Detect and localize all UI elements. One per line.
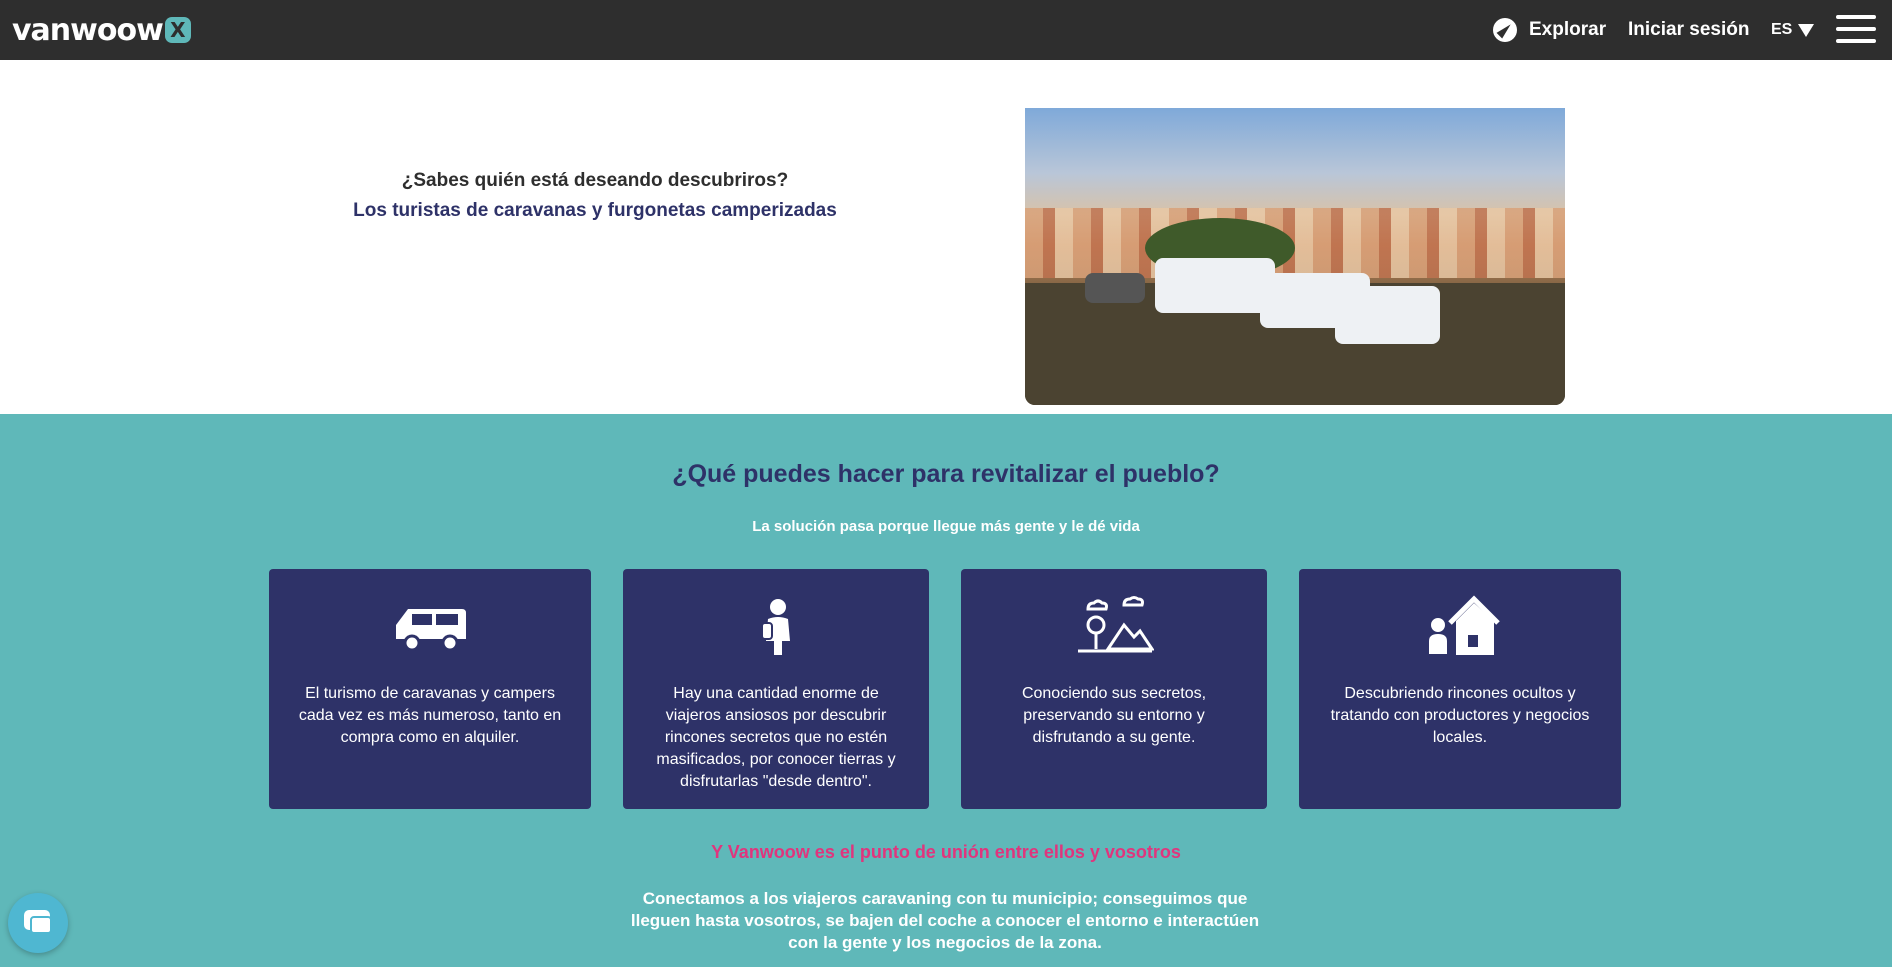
intro-question: ¿Sabes quién está deseando descubriros? bbox=[401, 170, 789, 191]
explore-link[interactable]: Explorar bbox=[1493, 15, 1606, 45]
card-text: El turismo de caravanas y campers cada v… bbox=[298, 685, 562, 746]
card-text: Conociendo sus secretos, preservando su … bbox=[1021, 685, 1207, 746]
language-selector[interactable]: ES bbox=[1771, 15, 1815, 45]
top-navbar: vanwoow X Explorar Iniciar sesión ES bbox=[0, 0, 1892, 60]
closing-text: Conectamos a los viajeros caravaning con… bbox=[630, 889, 1260, 952]
feature-card-secrets: Conociendo sus secretos, preservando su … bbox=[961, 569, 1267, 809]
traveler-icon bbox=[761, 599, 790, 655]
login-label: Iniciar sesión bbox=[1628, 19, 1750, 40]
logo-badge-icon: X bbox=[164, 17, 191, 43]
feature-card-travelers: Hay una cantidad enorme de viajeros ansi… bbox=[623, 569, 929, 809]
compass-icon bbox=[1493, 18, 1517, 42]
highlight-text: Y Vanwoow es el punto de unión entre ell… bbox=[711, 842, 1181, 862]
campervans-photo bbox=[1025, 108, 1565, 405]
intro-answer: Los turistas de caravanas y furgonetas c… bbox=[353, 200, 837, 221]
chat-bubble-front bbox=[30, 916, 52, 934]
intro-section: ¿Sabes quién está deseando descubriros? … bbox=[0, 60, 1892, 414]
card-text: Hay una cantidad enorme de viajeros ansi… bbox=[656, 685, 896, 790]
logo-text: vanwoow bbox=[12, 12, 164, 48]
camper-van-icon bbox=[396, 609, 466, 652]
person-house-icon bbox=[1427, 595, 1500, 656]
revitalize-section: ¿Qué puedes hacer para revitalizar el pu… bbox=[0, 414, 1892, 967]
section-subtitle: La solución pasa porque llegue más gente… bbox=[752, 518, 1140, 535]
section-title: ¿Qué puedes hacer para revitalizar el pu… bbox=[672, 460, 1220, 488]
explore-label: Explorar bbox=[1529, 19, 1607, 40]
chat-widget-button[interactable] bbox=[8, 893, 68, 953]
feature-card-camper-tourism: El turismo de caravanas y campers cada v… bbox=[269, 569, 591, 809]
language-label: ES bbox=[1771, 21, 1793, 38]
card-text: Descubriendo rincones ocultos y tratando… bbox=[1330, 685, 1590, 746]
feature-card-local-business: Descubriendo rincones ocultos y tratando… bbox=[1299, 569, 1621, 809]
vanwoow-logo[interactable]: vanwoow X bbox=[12, 12, 191, 48]
caret-down-icon bbox=[1798, 23, 1815, 37]
landscape-icon bbox=[1078, 596, 1154, 653]
hamburger-menu-icon[interactable] bbox=[1836, 15, 1876, 43]
login-link[interactable]: Iniciar sesión bbox=[1628, 15, 1749, 45]
